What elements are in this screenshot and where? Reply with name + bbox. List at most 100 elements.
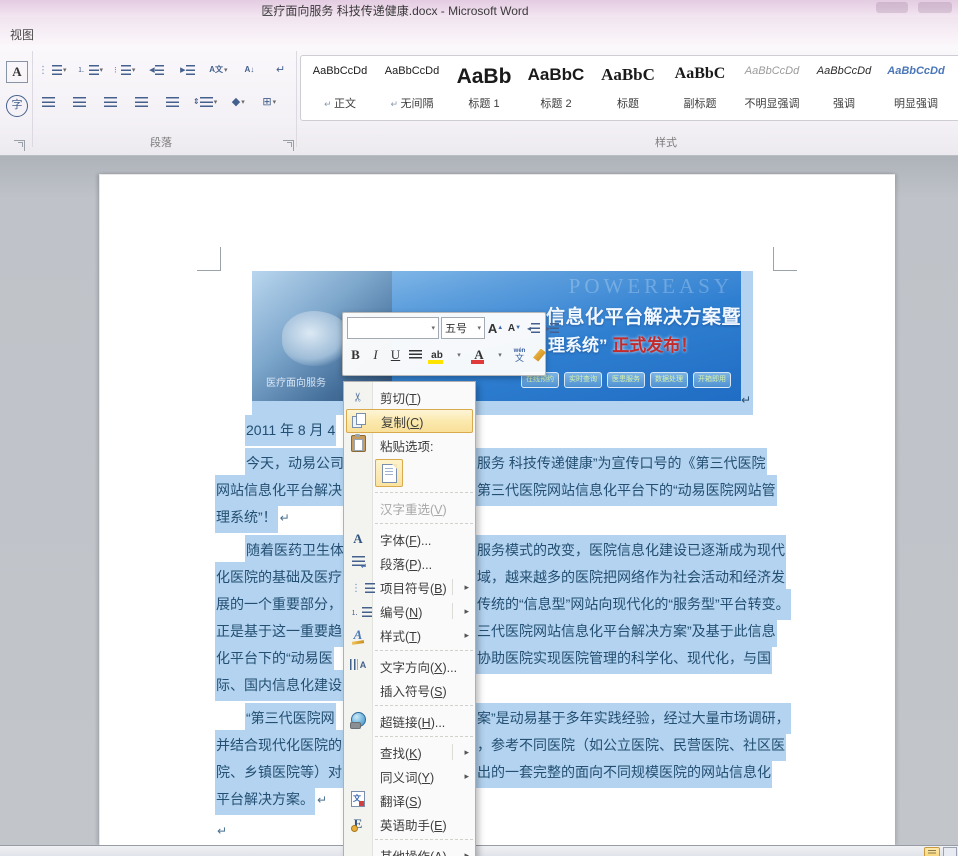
align-center-button[interactable]	[67, 91, 91, 113]
menu-item-more-actions[interactable]: 其他操作(A)▸	[344, 843, 475, 856]
bullets-button[interactable]: ▾	[36, 59, 69, 81]
style-card-无间隔[interactable]: AaBbCcDd↵ 无间隔	[376, 57, 448, 115]
align-right-button[interactable]	[98, 91, 122, 113]
menu-item-label: 超链接(H)...	[380, 712, 445, 731]
menu-item-label: 样式(T)	[380, 626, 421, 645]
chevron-down-icon: ▾	[273, 98, 277, 106]
style-card-正文[interactable]: AaBbCcDd↵ 正文	[304, 57, 376, 115]
style-card-标题[interactable]: AaBbC标题	[592, 57, 664, 115]
text-line: 2011 年 8 月 4	[215, 415, 795, 442]
document-text[interactable]: 2011 年 8 月 4今天，动易公司服务 科技传递健康”为宣传口号的《第三代医…	[215, 415, 795, 844]
style-preview: AaBb	[448, 65, 520, 89]
print-layout-view-button[interactable]	[924, 847, 940, 856]
title-bar[interactable]: 医疗面向服务 科技传递健康.docx - Microsoft Word	[0, 0, 958, 17]
fullscreen-view-button[interactable]	[943, 847, 957, 856]
menu-item-label: 段落(P)...	[380, 554, 432, 573]
font-color-dropdown[interactable]: ▾	[491, 345, 508, 365]
text-line: 化平台下的“动易医协助医院实现医院管理的科学化、现代化，与国	[215, 643, 795, 670]
menu-item-label: 编号(N)	[380, 602, 422, 621]
selected-text: 理系统”！	[215, 502, 278, 533]
menu-item-paragraph[interactable]: ↵段落(P)...	[344, 551, 475, 575]
tab-view[interactable]: 视图	[10, 26, 34, 43]
menu-item-english-assistant[interactable]: E英语助手(E)	[344, 812, 475, 836]
paste-keep-source-button[interactable]	[375, 459, 403, 487]
menu-separator	[375, 736, 473, 737]
text-line: 理系统”！↵	[215, 502, 795, 529]
multilevel-list-button[interactable]: ▾	[112, 59, 137, 81]
decrease-indent-button[interactable]: ◂	[525, 318, 542, 338]
menu-item-label: 字体(F)...	[380, 530, 431, 549]
styles-group-label: 样式	[655, 134, 677, 150]
style-card-标题 2[interactable]: AaBbC标题 2	[520, 57, 592, 115]
style-card-强调[interactable]: AaBbCcDd强调	[808, 57, 880, 115]
increase-indent-button[interactable]: ▸	[175, 59, 199, 81]
bold-button[interactable]: B	[347, 345, 364, 365]
menu-item-copy[interactable]: 复制(C)	[346, 409, 473, 433]
borders-button[interactable]: ⊞▾	[257, 91, 281, 113]
sort-button[interactable]: A↓	[237, 59, 261, 81]
highlight-dropdown[interactable]: ▾	[450, 345, 467, 365]
center-button[interactable]	[407, 345, 424, 365]
style-card-副标题[interactable]: AaBbC副标题	[664, 57, 736, 115]
decrease-indent-button[interactable]: ◂	[144, 59, 168, 81]
asian-layout-button[interactable]: A文▾	[206, 59, 230, 81]
styles-gallery: AaBbCcDd↵ 正文AaBbCcDd↵ 无间隔AaBb标题 1AaBbC标题…	[304, 57, 952, 115]
font-size-combo[interactable]: 五号▾	[441, 317, 485, 339]
menu-item-label: 查找(K)	[380, 743, 422, 762]
justify-button[interactable]	[129, 91, 153, 113]
distribute-button[interactable]	[160, 91, 184, 113]
underline-button[interactable]: U	[387, 345, 404, 365]
paragraph-dialog-launcher[interactable]	[283, 140, 294, 151]
italic-button[interactable]: I	[367, 345, 384, 365]
chevron-down-icon: ▾	[224, 66, 228, 74]
textdir-icon: A	[349, 659, 367, 673]
numbering-button[interactable]: ▾	[76, 59, 106, 81]
copy-icon	[350, 413, 368, 430]
menu-item-label: 粘贴选项:	[380, 436, 433, 455]
menu-item-styles[interactable]: A样式(T)▸	[344, 623, 475, 647]
menu-item-cut[interactable]: ✂剪切(T)	[344, 385, 475, 409]
font-name-combo[interactable]: ▾	[347, 317, 439, 339]
menu-item-text-direction[interactable]: A文字方向(X)...	[344, 654, 475, 678]
menu-item-numbering[interactable]: 编号(N)▸	[344, 599, 475, 623]
style-card-不明显强调[interactable]: AaBbCcDd不明显强调	[736, 57, 808, 115]
format-painter-button[interactable]	[531, 345, 548, 365]
enclose-character-button[interactable]: 字	[6, 95, 28, 117]
menu-item-synonyms[interactable]: 同义词(Y)▸	[344, 764, 475, 788]
selected-text: 2011 年 8 月 4	[245, 415, 336, 446]
show-marks-button[interactable]: ↵	[268, 59, 292, 81]
shrink-font-button[interactable]: A▼	[506, 318, 523, 338]
shading-button[interactable]: ◆▾	[226, 91, 250, 113]
style-card-标题 1[interactable]: AaBb标题 1	[448, 57, 520, 115]
menu-item-translate[interactable]: 文翻译(S)	[344, 788, 475, 812]
grow-font-button[interactable]: A▲	[487, 318, 504, 338]
trans-icon: 文	[349, 791, 367, 810]
menu-item-hyperlink[interactable]: 超链接(H)...	[344, 709, 475, 733]
menu-item-label: 项目符号(B)	[380, 578, 447, 597]
highlight-color-button[interactable]: ab	[427, 345, 447, 365]
font-icon: A	[349, 531, 367, 547]
character-border-button[interactable]: A	[6, 61, 28, 83]
menu-item-bullets[interactable]: 项目符号(B)▸	[344, 575, 475, 599]
numbering-icon	[89, 65, 99, 76]
menu-item-hanzi-reselect: 汉字重选(V)	[344, 496, 475, 520]
align-left-button[interactable]	[36, 91, 60, 113]
menu-item-paste-options[interactable]: 粘贴选项:	[344, 433, 475, 457]
font-dialog-launcher[interactable]	[14, 140, 25, 151]
menu-item-find[interactable]: 查找(K)▸	[344, 740, 475, 764]
style-preview: AaBbC	[592, 65, 664, 85]
phonetic-guide-button[interactable]: wén文	[511, 345, 528, 365]
line-spacing-button[interactable]: ⇕▾	[191, 91, 219, 113]
chevron-down-icon: ▾	[214, 98, 218, 106]
font-color-button[interactable]: A	[470, 345, 488, 365]
minimize-button[interactable]	[876, 2, 908, 13]
text-line: 今天，动易公司服务 科技传递健康”为宣传口号的《第三代医院	[215, 448, 795, 475]
style-preview: AaBbCcDd	[304, 65, 376, 77]
ribbon: A 字 ▾▾▾◂▸A文▾A↓↵ ⇕▾◆▾⊞▾ 段落 AaBbCcDd↵ 正文Aa…	[0, 45, 958, 156]
menu-item-insert-symbol[interactable]: 插入符号(S)	[344, 678, 475, 702]
paste-option-row	[344, 457, 475, 489]
menu-item-font[interactable]: A 字体(F)...	[344, 527, 475, 551]
style-card-明显强调[interactable]: AaBbCcDd明显强调	[880, 57, 952, 115]
increase-indent-button[interactable]: ▸	[544, 318, 561, 338]
close-button[interactable]	[918, 2, 952, 13]
